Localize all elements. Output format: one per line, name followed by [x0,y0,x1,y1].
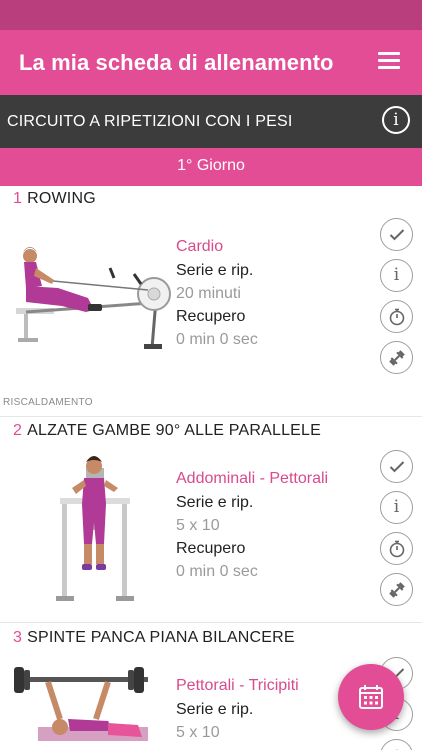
status-bar [0,0,422,30]
exercise-details: Addominali - Pettorali Serie e rip. 5 x … [176,470,328,581]
sets-reps-label: Serie e rip. [176,701,254,718]
exercise-number: 2 [13,422,23,439]
exercise-title: 3 SPINTE PANCA PIANA BILANCERE [13,629,295,647]
app-title: La mia scheda di allenamento [19,49,334,75]
day-tab[interactable]: 1° Giorno [0,148,422,186]
leg-raise-illustration[interactable] [50,448,140,613]
rest-label: Recupero [176,308,246,325]
exercise-actions: i [380,450,414,614]
calendar-icon [359,685,383,709]
exercise-actions: i [380,218,414,382]
stopwatch-icon[interactable] [380,300,413,333]
dumbbell-icon[interactable] [380,341,413,374]
rowing-illustration[interactable] [6,240,176,365]
stopwatch-icon[interactable] [380,532,413,565]
sets-reps-value: 5 x 10 [176,724,220,741]
program-info-icon[interactable]: i [382,106,410,134]
rest-value: 0 min 0 sec [176,563,258,580]
hamburger-menu-icon[interactable] [378,52,402,72]
exercise-card: 2 ALZATE GAMBE 90° ALLE PARALLELE Addomin… [0,422,422,622]
sets-reps-label: Serie e rip. [176,494,254,511]
stopwatch-icon[interactable] [380,739,413,750]
calendar-fab-button[interactable] [338,664,404,730]
section-label: RISCALDAMENTO [3,397,93,408]
info-icon[interactable]: i [380,259,413,292]
exercise-title: 2 ALZATE GAMBE 90° ALLE PARALLELE [13,422,321,440]
program-title: CIRCUITO A RIPETIZIONI CON I PESI [7,112,293,130]
exercise-number: 3 [13,629,23,646]
exercise-name: ALZATE GAMBE 90° ALLE PARALLELE [27,422,322,439]
check-icon[interactable] [380,450,413,483]
info-icon[interactable]: i [380,491,413,524]
program-bar: CIRCUITO A RIPETIZIONI CON I PESI i [0,95,422,148]
exercise-number: 1 [13,190,23,207]
exercise-details: Cardio Serie e rip. 20 minuti Recupero 0… [176,238,258,349]
rest-value: 0 min 0 sec [176,331,258,348]
sets-reps-value: 20 minuti [176,285,241,302]
exercise-card: 1 ROWING Cardio Serie e rip. 20 minuti Re… [0,190,422,390]
divider [0,416,422,417]
divider [0,622,422,623]
sets-reps-label: Serie e rip. [176,262,254,279]
exercise-name: SPINTE PANCA PIANA BILANCERE [27,629,295,646]
rest-label: Recupero [176,540,246,557]
check-icon[interactable] [380,218,413,251]
exercise-title: 1 ROWING [13,190,96,208]
exercise-category: Pettorali - Tricipiti [176,677,299,694]
exercise-details: Pettorali - Tricipiti Serie e rip. 5 x 1… [176,677,299,742]
bench-press-illustration[interactable] [8,657,158,750]
exercise-category: Cardio [176,238,224,255]
sets-reps-value: 5 x 10 [176,517,220,534]
dumbbell-icon[interactable] [380,573,413,606]
exercise-category: Addominali - Pettorali [176,470,329,487]
app-bar: La mia scheda di allenamento [0,30,422,95]
exercise-name: ROWING [27,190,96,207]
